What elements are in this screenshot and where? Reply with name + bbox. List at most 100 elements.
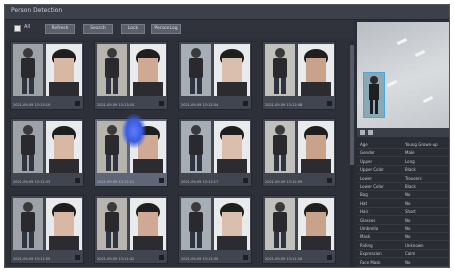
attribute-key: Expression — [360, 251, 382, 257]
person-face-thumbnail — [46, 198, 82, 250]
attribute-value: No — [405, 234, 411, 240]
attribute-value: No — [405, 192, 411, 198]
attribute-key: Face Mask — [360, 259, 381, 265]
attribute-value: Calm — [405, 251, 416, 257]
card-timestamp: 2021-09-09 13:11:18 — [265, 257, 303, 261]
card-menu-icon[interactable] — [159, 178, 164, 183]
attribute-key: Lower Color — [360, 184, 384, 189]
select-all-checkbox[interactable] — [14, 25, 21, 32]
result-card[interactable]: 2021-09-09 13:13:10 — [94, 41, 168, 110]
card-menu-icon[interactable] — [75, 255, 80, 260]
snapshot-icon[interactable] — [368, 130, 373, 135]
attribute-row: Expression Calm — [357, 249, 449, 257]
person-face-thumbnail — [130, 198, 166, 250]
card-timestamp: 2021-09-09 13:12:17 — [181, 180, 219, 184]
app-window: Person Detection All Refresh Search Lock… — [4, 4, 450, 268]
person-body-thumbnail — [13, 198, 43, 250]
attribute-key: Age — [360, 142, 368, 147]
card-menu-icon[interactable] — [327, 101, 332, 106]
attribute-value: Trousers — [405, 175, 422, 181]
card-menu-icon[interactable] — [243, 178, 248, 183]
search-button[interactable]: Search — [83, 24, 113, 34]
result-card[interactable]: 2021-09-09 13:12:33 — [10, 118, 84, 187]
person-body-thumbnail — [265, 121, 295, 173]
grid-scrollbar[interactable] — [350, 41, 354, 267]
row-divider — [357, 265, 449, 267]
attribute-row: Face Mask No — [357, 258, 449, 266]
attribute-key: Lower — [360, 175, 372, 181]
result-card[interactable]: 2021-09-09 13:11:30 — [178, 195, 252, 264]
attribute-key: Hat — [360, 200, 368, 206]
card-menu-icon[interactable] — [159, 101, 164, 106]
lock-button[interactable]: Lock — [121, 24, 145, 34]
attribute-row: Mask No — [357, 232, 449, 240]
person-body-thumbnail — [97, 198, 127, 250]
attribute-row: Upper Color Black — [357, 165, 449, 173]
attribute-list: Age Young Grown-up Gender Male Upper Long Uppe… — [357, 140, 449, 267]
attribute-row: Gender Male — [357, 148, 449, 156]
attribute-key: Riding — [360, 242, 373, 248]
result-grid: 2021-09-09 13:13:10 2021-09-09 13:13:10 20… — [10, 41, 350, 267]
attribute-value: No — [405, 200, 411, 206]
person-face-thumbnail — [46, 121, 82, 173]
person-face-thumbnail — [298, 44, 334, 96]
card-menu-icon[interactable] — [75, 178, 80, 183]
selection-highlight — [122, 114, 146, 148]
card-menu-icon[interactable] — [75, 101, 80, 106]
person-body-thumbnail — [181, 121, 211, 173]
result-card[interactable]: 2021-09-09 13:11:55 — [10, 195, 84, 264]
title-bar: Person Detection — [5, 5, 449, 20]
attribute-value: No — [405, 217, 411, 223]
card-timestamp: 2021-09-09 13:12:48 — [265, 103, 303, 107]
person-body-thumbnail — [13, 44, 43, 96]
result-card[interactable]: 2021-09-09 13:12:09 — [262, 118, 336, 187]
result-card[interactable]: 2021-09-09 13:12:17 — [178, 118, 252, 187]
card-menu-icon[interactable] — [243, 255, 248, 260]
person-bounding-box[interactable] — [363, 72, 385, 118]
card-timestamp: 2021-09-09 13:13:10 — [13, 103, 51, 107]
attribute-value: No — [405, 226, 411, 231]
attribute-key: Glasses — [360, 217, 376, 223]
result-card[interactable]: 2021-09-09 13:12:54 — [178, 41, 252, 110]
card-timestamp: 2021-09-09 13:11:30 — [181, 257, 219, 261]
attribute-value: Black — [405, 167, 416, 173]
card-menu-icon[interactable] — [327, 178, 332, 183]
attribute-row: Upper Long — [357, 157, 449, 165]
result-card[interactable]: 2021-09-09 13:12:48 — [262, 41, 336, 110]
attribute-row: Umbrella No — [357, 224, 449, 232]
card-timestamp: 2021-09-09 13:11:42 — [97, 257, 135, 261]
card-timestamp: 2021-09-09 13:12:54 — [181, 103, 219, 107]
card-timestamp: 2021-09-09 13:13:10 — [97, 103, 135, 107]
scrollbar-thumb[interactable] — [350, 45, 354, 165]
attribute-row: Age Young Grown-up — [357, 140, 449, 148]
result-card[interactable]: 2021-09-09 13:13:10 — [10, 41, 84, 110]
attribute-row: Hat No — [357, 199, 449, 207]
attribute-value: Short — [405, 209, 416, 215]
person-face-thumbnail — [214, 198, 250, 250]
person-body-thumbnail — [265, 44, 295, 96]
attribute-row: Hair Short — [357, 207, 449, 215]
attribute-key: Gender — [360, 150, 375, 156]
attribute-key: Bag — [360, 192, 368, 198]
card-timestamp: 2021-09-09 13:12:33 — [13, 180, 51, 184]
window-title: Person Detection — [11, 7, 63, 14]
attribute-value: Young Grown-up — [405, 142, 438, 147]
attribute-key: Hair — [360, 209, 369, 215]
toolbar: All Refresh Search Lock PersonLog — [5, 20, 353, 38]
play-icon[interactable] — [360, 130, 365, 135]
attribute-row: Lower Color Black — [357, 182, 449, 190]
refresh-button[interactable]: Refresh — [45, 24, 75, 34]
person-log-button[interactable]: PersonLog — [151, 24, 181, 34]
card-menu-icon[interactable] — [159, 255, 164, 260]
result-card[interactable]: 2021-09-09 13:11:42 — [94, 195, 168, 264]
person-face-thumbnail — [214, 44, 250, 96]
card-menu-icon[interactable] — [327, 255, 332, 260]
person-face-thumbnail — [298, 121, 334, 173]
person-face-thumbnail — [130, 44, 166, 96]
attribute-value: Unknown — [405, 242, 424, 248]
person-face-thumbnail — [214, 121, 250, 173]
attribute-key: Umbrella — [360, 226, 379, 231]
result-card[interactable]: 2021-09-09 13:11:18 — [262, 195, 336, 264]
card-menu-icon[interactable] — [243, 101, 248, 106]
person-body-thumbnail — [97, 44, 127, 96]
